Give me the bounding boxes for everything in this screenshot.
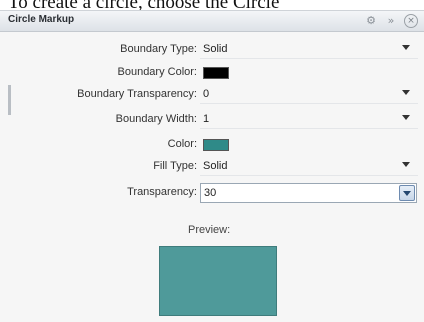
transparency-dropdown-button[interactable] (399, 185, 415, 201)
transparency-label: Transparency: (127, 186, 197, 198)
fill-type-select[interactable]: Solid (203, 160, 227, 172)
boundary-transparency-row: Boundary Transparency: 0 (0, 86, 424, 104)
double-chevron-icon[interactable]: » (384, 14, 398, 28)
boundary-transparency-label: Boundary Transparency: (77, 88, 197, 100)
titlebar-icons: ⚙ » × (364, 14, 418, 28)
panel-title: Circle Markup (8, 14, 75, 25)
color-label: Color: (167, 138, 197, 150)
gear-icon[interactable]: ⚙ (364, 14, 378, 28)
close-icon[interactable]: × (404, 14, 418, 28)
boundary-width-select[interactable]: 1 (203, 113, 209, 125)
fill-type-label: Fill Type: (153, 160, 197, 172)
boundary-color-swatch[interactable] (203, 67, 229, 79)
transparency-row: Transparency: 30 (0, 183, 424, 203)
boundary-color-row: Boundary Color: (0, 64, 424, 82)
boundary-type-select[interactable]: Solid (203, 43, 227, 55)
transparency-select[interactable]: 30 (200, 183, 417, 203)
panel-titlebar: Circle Markup ⚙ » × (0, 11, 424, 32)
boundary-type-label: Boundary Type: (120, 43, 197, 55)
chevron-down-icon[interactable] (402, 115, 410, 120)
preview-label: Preview: (188, 224, 231, 236)
preview-swatch (159, 246, 277, 316)
boundary-width-row: Boundary Width: 1 (0, 111, 424, 129)
boundary-color-label: Boundary Color: (117, 66, 198, 78)
boundary-type-row: Boundary Type: Solid (0, 41, 424, 59)
chevron-down-icon[interactable] (402, 45, 410, 50)
boundary-transparency-select[interactable]: 0 (203, 88, 209, 100)
color-row: Color: (0, 136, 424, 154)
fill-color-swatch[interactable] (203, 139, 229, 151)
circle-markup-panel: Circle Markup ⚙ » × Boundary Type: Solid… (0, 10, 424, 322)
chevron-down-icon[interactable] (402, 162, 410, 167)
boundary-width-label: Boundary Width: (115, 113, 197, 125)
chevron-down-icon (403, 191, 411, 196)
chevron-down-icon[interactable] (402, 90, 410, 95)
fill-type-row: Fill Type: Solid (0, 158, 424, 176)
transparency-value: 30 (204, 187, 217, 199)
